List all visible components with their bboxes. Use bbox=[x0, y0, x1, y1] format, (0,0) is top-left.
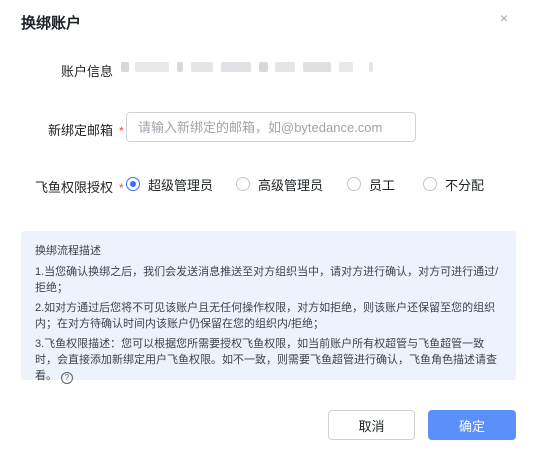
info-paragraph: 1.当您确认换绑之后，我们会发送消息推送至对方组织当中，请对方进行确认，对方可进… bbox=[35, 266, 499, 294]
new-email-input[interactable] bbox=[126, 112, 416, 142]
radio-senior-admin[interactable]: 高级管理员 bbox=[236, 176, 323, 193]
confirm-button[interactable]: 确定 bbox=[428, 410, 516, 440]
radio-checked-icon bbox=[126, 177, 140, 191]
account-info-label: 账户信息 bbox=[61, 64, 114, 79]
rebind-account-dialog: 换绑账户 × 账户信息 新绑定邮箱* 飞鱼权限授权* 超级管理员 高级管理员 bbox=[0, 0, 553, 472]
required-mark: * bbox=[119, 181, 124, 195]
permission-label: 飞鱼权限授权 * bbox=[35, 180, 124, 195]
help-icon[interactable]: ? bbox=[61, 372, 73, 384]
radio-unchecked-icon bbox=[423, 177, 437, 191]
required-mark: * bbox=[119, 124, 124, 138]
radio-unchecked-icon bbox=[347, 177, 361, 191]
info-paragraph: 3.飞鱼权限描述：您可以根据您所需要授权飞鱼权限，如当前账户所有权超管与飞鱼超管… bbox=[35, 338, 497, 384]
info-title: 换绑流程描述 bbox=[35, 245, 101, 257]
radio-unassigned[interactable]: 不分配 bbox=[423, 176, 484, 193]
new-email-label: 新绑定邮箱 * bbox=[48, 123, 124, 138]
dialog-title: 换绑账户 bbox=[21, 15, 82, 32]
close-icon[interactable]: × bbox=[497, 11, 511, 25]
radio-super-admin[interactable]: 超级管理员 bbox=[126, 176, 213, 193]
radio-unchecked-icon bbox=[236, 177, 250, 191]
info-paragraph: 2.如对方通过后您将不可见该账户且无任何操作权限，对方如拒绝，则该账户还保留至您… bbox=[35, 302, 496, 330]
cancel-button[interactable]: 取消 bbox=[328, 410, 415, 440]
radio-employee[interactable]: 员工 bbox=[347, 176, 395, 193]
rebind-process-info: 换绑流程描述 1.当您确认换绑之后，我们会发送消息推送至对方组织当中，请对方进行… bbox=[21, 231, 516, 384]
account-info-value-redacted bbox=[121, 60, 376, 74]
